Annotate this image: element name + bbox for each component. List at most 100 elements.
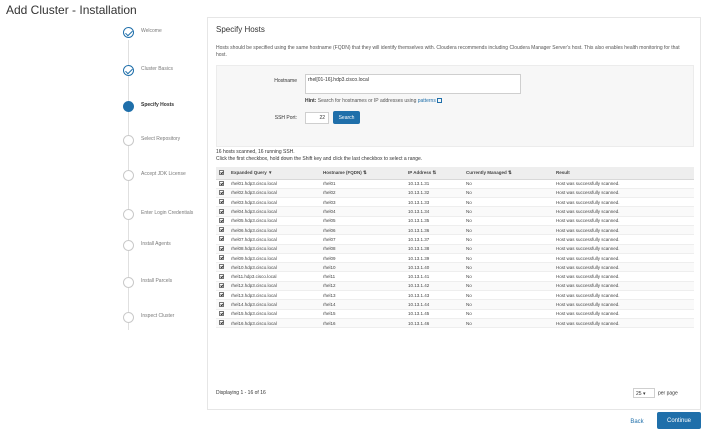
expanded-query-cell: rhel07.hdp3.cisco.local	[228, 234, 320, 245]
row-checkbox-cell[interactable]	[216, 225, 228, 236]
search-button[interactable]: Search	[333, 111, 360, 124]
table-row[interactable]: rhel01.hdp3.cisco.local rhel01 10.13.1.31 N…	[216, 179, 694, 189]
row-checkbox[interactable]	[219, 199, 224, 205]
hostname-cell: rhel14	[320, 299, 405, 310]
row-checkbox[interactable]	[219, 301, 224, 307]
result-cell: Host was successfully scanned.	[553, 234, 694, 245]
row-checkbox-cell[interactable]	[216, 216, 228, 227]
wizard-steps: Welcome Cluster Basics Specify Hosts Select…	[117, 18, 207, 410]
step-circle-icon	[123, 277, 134, 288]
table-row[interactable]: rhel02.hdp3.cisco.local rhel02 10.13.1.32 N…	[216, 188, 694, 199]
wizard-step-label: Cluster Basics	[141, 66, 173, 72]
table-row[interactable]: rhel13.hdp3.cisco.local rhel13 10.13.1.43 N…	[216, 290, 694, 301]
row-checkbox-cell[interactable]	[216, 318, 228, 329]
row-checkbox[interactable]	[219, 217, 224, 223]
row-checkbox-cell[interactable]	[216, 299, 228, 310]
col-hostname[interactable]: Hostname (FQDN) ⇅	[320, 167, 405, 180]
result-cell: Host was successfully scanned.	[553, 290, 694, 301]
row-checkbox[interactable]	[219, 292, 224, 298]
currently-managed-cell: No	[463, 271, 553, 282]
select-all-checkbox[interactable]	[219, 169, 224, 175]
row-checkbox[interactable]	[219, 236, 224, 242]
col-ip-address[interactable]: IP Address ⇅	[405, 167, 463, 180]
row-checkbox[interactable]	[219, 245, 224, 251]
row-checkbox-cell[interactable]	[216, 309, 228, 319]
wizard-step-label: Welcome	[141, 28, 162, 34]
row-checkbox[interactable]	[219, 273, 224, 279]
back-button[interactable]: Back	[620, 414, 654, 429]
table-row[interactable]: rhel08.hdp3.cisco.local rhel08 10.13.1.38 N…	[216, 244, 694, 254]
row-checkbox-cell[interactable]	[216, 197, 228, 208]
col-result: Result	[553, 167, 694, 180]
per-page-select[interactable]: 25 ▾	[633, 388, 655, 398]
row-checkbox[interactable]	[219, 320, 224, 326]
currently-managed-cell: No	[463, 197, 553, 208]
expanded-query-cell: rhel10.hdp3.cisco.local	[228, 262, 320, 273]
row-checkbox-cell[interactable]	[216, 234, 228, 245]
table-row[interactable]: rhel14.hdp3.cisco.local rhel14 10.13.1.44 N…	[216, 299, 694, 310]
row-checkbox-cell[interactable]	[216, 271, 228, 282]
table-row[interactable]: rhel04.hdp3.cisco.local rhel04 10.13.1.34 N…	[216, 206, 694, 217]
expanded-query-cell: rhel15.hdp3.cisco.local	[228, 309, 320, 319]
row-checkbox-cell[interactable]	[216, 290, 228, 301]
row-checkbox[interactable]	[219, 282, 224, 288]
row-checkbox[interactable]	[219, 310, 224, 316]
row-checkbox-cell[interactable]	[216, 262, 228, 273]
hostname-cell: rhel15	[320, 309, 405, 319]
ip-address-cell: 10.13.1.33	[405, 197, 463, 208]
window-title: Add Cluster - Installation	[6, 3, 137, 17]
expanded-query-cell: rhel09.hdp3.cisco.local	[228, 253, 320, 264]
expanded-query-cell: rhel05.hdp3.cisco.local	[228, 216, 320, 227]
per-page-label: per page	[658, 390, 678, 397]
result-cell: Host was successfully scanned.	[553, 271, 694, 282]
continue-button[interactable]: Continue	[657, 412, 701, 429]
row-checkbox[interactable]	[219, 264, 224, 270]
hostname-input[interactable]	[305, 74, 521, 94]
hostname-cell: rhel02	[320, 188, 405, 199]
table-row[interactable]: rhel06.hdp3.cisco.local rhel06 10.13.1.36 N…	[216, 225, 694, 236]
select-all-header[interactable]	[216, 167, 228, 180]
result-cell: Host was successfully scanned.	[553, 179, 694, 189]
row-checkbox-cell[interactable]	[216, 188, 228, 199]
currently-managed-cell: No	[463, 290, 553, 301]
table-row[interactable]: rhel09.hdp3.cisco.local rhel09 10.13.1.39 N…	[216, 253, 694, 264]
row-checkbox[interactable]	[219, 180, 224, 186]
table-row[interactable]: rhel03.hdp3.cisco.local rhel03 10.13.1.33 N…	[216, 197, 694, 208]
hostname-cell: rhel16	[320, 318, 405, 329]
row-checkbox-cell[interactable]	[216, 244, 228, 254]
table-row[interactable]: rhel07.hdp3.cisco.local rhel07 10.13.1.37 N…	[216, 234, 694, 245]
row-checkbox-cell[interactable]	[216, 253, 228, 264]
row-checkbox[interactable]	[219, 208, 224, 214]
currently-managed-cell: No	[463, 299, 553, 310]
ssh-port-input[interactable]: 22	[305, 112, 329, 124]
row-checkbox-cell[interactable]	[216, 281, 228, 292]
specify-hosts-panel: Specify Hosts Hosts should be specified …	[207, 17, 701, 410]
hostname-cell: rhel12	[320, 281, 405, 292]
col-expanded-query[interactable]: Expanded Query ▼	[228, 167, 320, 180]
row-checkbox-cell[interactable]	[216, 206, 228, 217]
patterns-link[interactable]: patterns	[418, 98, 436, 104]
row-checkbox[interactable]	[219, 255, 224, 261]
intro-text: Hosts should be specified using the same…	[216, 45, 680, 58]
table-row[interactable]: rhel05.hdp3.cisco.local rhel05 10.13.1.35 N…	[216, 216, 694, 227]
row-checkbox[interactable]	[219, 227, 224, 233]
expanded-query-cell: rhel13.hdp3.cisco.local	[228, 290, 320, 301]
table-row[interactable]: rhel10.hdp3.cisco.local rhel10 10.13.1.40 N…	[216, 262, 694, 273]
calendar-icon[interactable]	[437, 98, 443, 104]
row-checkbox-cell[interactable]	[216, 179, 228, 189]
table-row[interactable]: rhel16.hdp3.cisco.local rhel16 10.13.1.46 N…	[216, 318, 694, 329]
hosts-table: Expanded Query ▼ Hostname (FQDN) ⇅ IP Ad…	[216, 167, 694, 329]
check-circle-icon	[123, 65, 134, 76]
currently-managed-cell: No	[463, 234, 553, 245]
table-row[interactable]: rhel15.hdp3.cisco.local rhel15 10.13.1.45 N…	[216, 309, 694, 319]
col-currently-managed[interactable]: Currently Managed ⇅	[463, 167, 553, 180]
result-cell: Host was successfully scanned.	[553, 262, 694, 273]
table-row[interactable]: rhel11.hdp3.cisco.local rhel11 10.13.1.41 N…	[216, 271, 694, 282]
wizard-step-label: Specify Hosts	[141, 102, 175, 108]
step-circle-icon	[123, 209, 134, 220]
ip-address-cell: 10.13.1.38	[405, 244, 463, 254]
row-checkbox[interactable]	[219, 189, 224, 195]
scan-summary-instructions: Click the first checkbox, hold down the …	[216, 156, 423, 162]
wizard-step-label: Inspect Cluster	[141, 313, 175, 319]
table-row[interactable]: rhel12.hdp3.cisco.local rhel12 10.13.1.42 N…	[216, 281, 694, 292]
